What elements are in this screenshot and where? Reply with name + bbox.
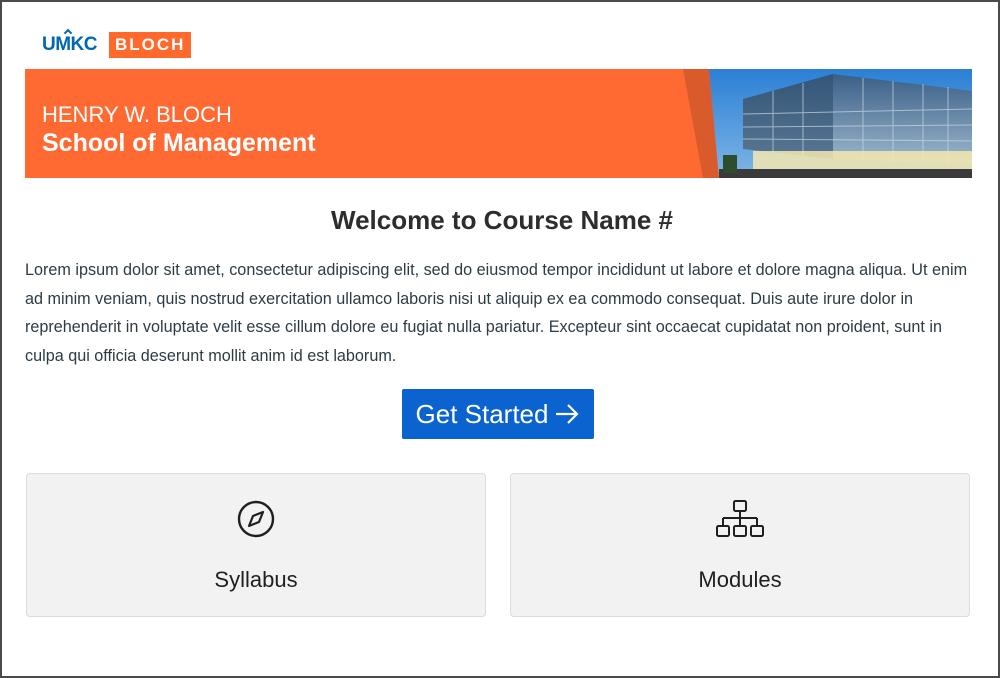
get-started-label: Get Started: [415, 398, 549, 429]
modules-card[interactable]: Modules: [510, 473, 970, 617]
bloch-logo: BLOCH: [109, 32, 192, 58]
syllabus-label: Syllabus: [214, 567, 298, 592]
building-photo: [683, 69, 972, 178]
arrow-right-icon: [556, 404, 580, 424]
page-title: Welcome to Course Name #: [331, 205, 673, 235]
modules-label: Modules: [698, 567, 782, 592]
intro-paragraph: Lorem ipsum dolor sit amet, consectetur …: [25, 261, 968, 365]
page-frame: UMKC BLOCH HENRY W. BLOCH School of Mana…: [0, 0, 1000, 678]
compass-icon: [237, 500, 275, 538]
school-banner: HENRY W. BLOCH School of Management: [25, 69, 972, 178]
logo-bar: UMKC BLOCH: [42, 28, 192, 58]
get-started-button[interactable]: Get Started: [402, 389, 594, 439]
sitemap-icon: [716, 500, 764, 537]
syllabus-card[interactable]: Syllabus: [26, 473, 486, 617]
umkc-logo: UMKC: [42, 28, 98, 56]
banner-school-name: HENRY W. BLOCH: [42, 102, 232, 127]
banner-school-subtitle: School of Management: [42, 129, 316, 157]
